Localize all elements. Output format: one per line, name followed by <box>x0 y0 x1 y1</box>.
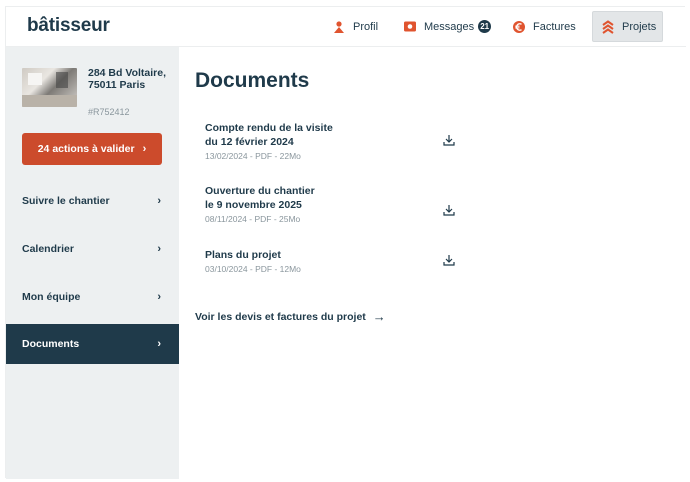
nav-projets-label: Projets <box>622 20 657 33</box>
nav-profil-label: Profil <box>353 20 379 33</box>
document-meta: 08/11/2024 - PDF - 25Mo <box>205 214 301 224</box>
sidebar-item-mon-equipe[interactable]: Mon équipe › <box>6 277 179 317</box>
top-header: bâtisseur Profil Messages 21 Factures Pr… <box>6 7 686 47</box>
sidebar-item-label: Documents <box>22 338 80 350</box>
chevron-right-icon: › <box>157 338 161 350</box>
document-name-line1: Compte rendu de la visite <box>205 122 333 134</box>
actions-to-validate-label: 24 actions à valider <box>37 143 135 155</box>
document-meta: 03/10/2024 - PDF - 12Mo <box>205 264 301 274</box>
sidebar: 284 Bd Voltaire, 75011 Paris #R752412 24… <box>6 47 179 479</box>
sidebar-item-label: Calendrier <box>22 243 74 255</box>
document-name-line1: Ouverture du chantier <box>205 185 315 197</box>
document-item[interactable]: Compte rendu de la visite du 12 février … <box>205 121 455 161</box>
chevron-right-icon: › <box>157 195 161 207</box>
sidebar-item-label: Suivre le chantier <box>22 195 110 207</box>
document-name-line1: Plans du projet <box>205 249 281 261</box>
nav-factures-label: Factures <box>533 20 576 33</box>
arrow-right-icon: → <box>372 309 386 324</box>
nav-factures[interactable]: Factures <box>504 11 584 42</box>
nav-profil[interactable]: Profil <box>324 11 386 42</box>
page-title: Documents <box>195 69 310 92</box>
document-name-line2: du 12 février 2024 <box>205 136 294 148</box>
download-icon[interactable] <box>442 203 456 217</box>
project-address: 284 Bd Voltaire, 75011 Paris <box>88 67 167 91</box>
actions-to-validate-button[interactable]: 24 actions à valider › <box>22 133 162 165</box>
sidebar-item-calendrier[interactable]: Calendrier › <box>6 229 179 269</box>
document-item[interactable]: Ouverture du chantier le 9 novembre 2025… <box>205 184 455 224</box>
project-card[interactable]: 284 Bd Voltaire, 75011 Paris #R752412 <box>22 67 172 119</box>
chevron-right-icon: › <box>157 243 161 255</box>
messages-count-badge: 21 <box>478 20 492 33</box>
document-meta: 13/02/2024 - PDF - 22Mo <box>205 151 301 161</box>
nav-messages[interactable]: Messages 21 <box>395 11 499 42</box>
chevron-right-icon: › <box>157 291 161 303</box>
project-thumbnail <box>22 68 77 107</box>
app-window: bâtisseur Profil Messages 21 Factures Pr… <box>5 6 686 479</box>
document-name-line2: le 9 novembre 2025 <box>205 199 302 211</box>
chat-bubble-icon <box>403 20 417 34</box>
person-icon <box>332 20 346 34</box>
sidebar-item-documents[interactable]: Documents › <box>6 324 179 364</box>
chevrons-up-icon <box>601 19 615 34</box>
devis-factures-link-label: Voir les devis et factures du projet <box>195 310 366 323</box>
chevron-right-icon: › <box>142 143 147 155</box>
devis-factures-link[interactable]: Voir les devis et factures du projet → <box>195 309 386 324</box>
download-icon[interactable] <box>442 133 456 147</box>
nav-projets[interactable]: Projets <box>592 11 663 42</box>
sidebar-item-label: Mon équipe <box>22 291 81 303</box>
document-item[interactable]: Plans du projet 03/10/2024 - PDF - 12Mo <box>205 248 455 274</box>
euro-icon <box>512 20 526 34</box>
brand-logo[interactable]: bâtisseur <box>27 15 110 37</box>
nav-messages-label: Messages <box>424 20 475 33</box>
download-icon[interactable] <box>442 253 456 267</box>
project-reference: #R752412 <box>88 107 130 117</box>
sidebar-item-suivre-chantier[interactable]: Suivre le chantier › <box>6 181 179 221</box>
main-content: Documents Compte rendu de la visite du 1… <box>179 47 686 479</box>
